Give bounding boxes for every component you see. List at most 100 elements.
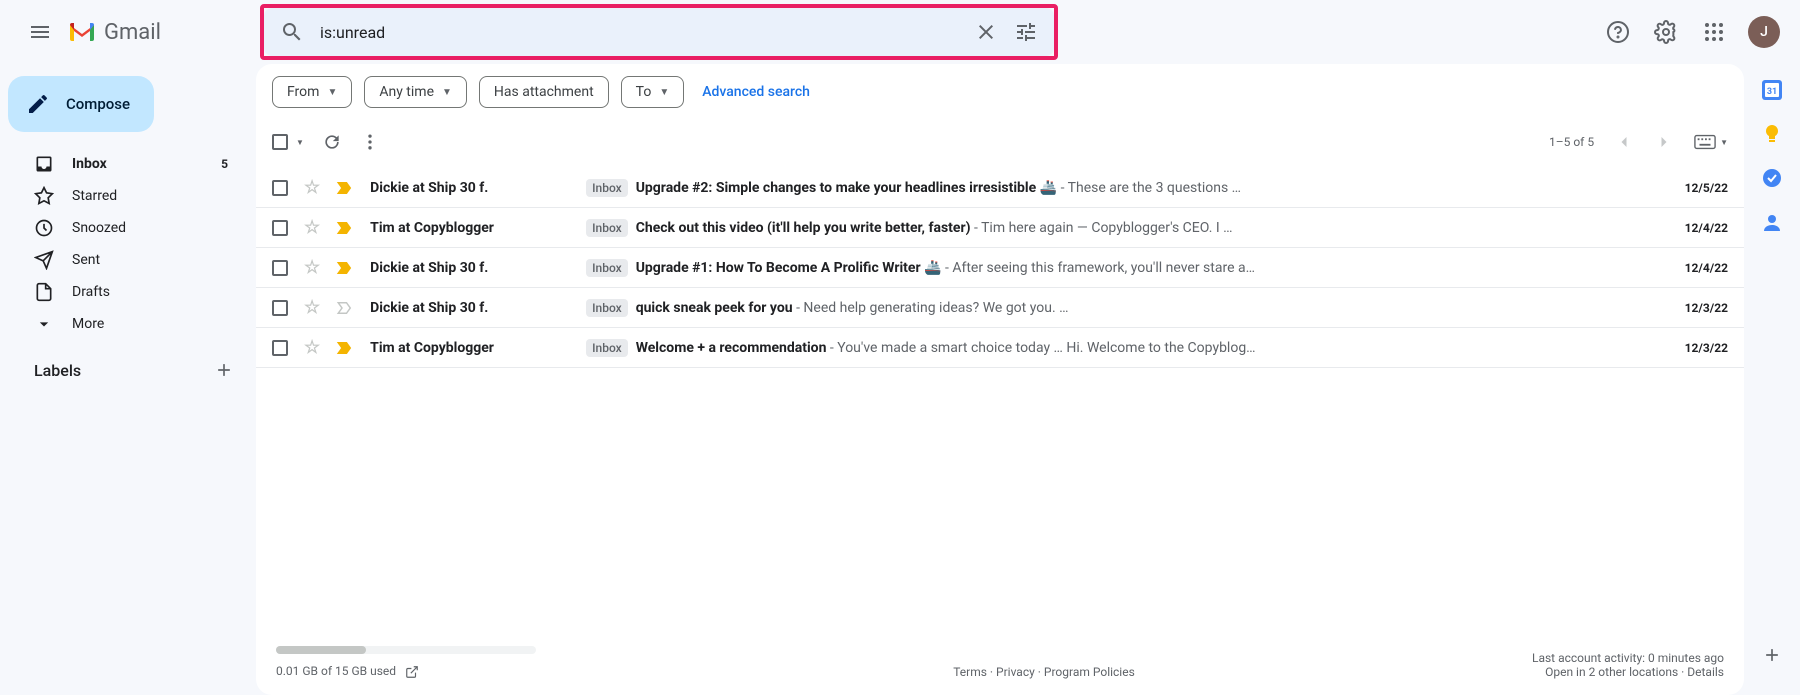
sender-name: Tim at Copyblogger [370,220,570,236]
sidebar-item-more[interactable]: More [8,308,240,340]
chip-from[interactable]: From▼ [272,76,352,108]
message-row[interactable]: ☆ Tim at Copyblogger Inbox Welcome + a r… [256,328,1744,368]
inbox-label: Inbox [586,259,628,277]
sidebar-item-inbox[interactable]: Inbox 5 [8,148,240,180]
message-date: 12/4/22 [1658,261,1728,275]
row-checkbox[interactable] [272,180,288,196]
main-menu-button[interactable] [16,8,64,56]
labels-title: Labels [34,361,81,380]
message-row[interactable]: ☆ Tim at Copyblogger Inbox Check out thi… [256,208,1744,248]
select-dropdown[interactable]: ▼ [296,138,304,147]
tasks-icon [1762,168,1782,188]
open-in-new-icon[interactable] [405,665,419,679]
important-toggle[interactable] [336,299,354,317]
side-panel: 31 [1744,64,1800,695]
message-date: 12/5/22 [1658,181,1728,195]
row-checkbox[interactable] [272,220,288,236]
account-avatar[interactable]: J [1748,16,1780,48]
tasks-app-button[interactable] [1762,168,1782,188]
sidebar-item-drafts[interactable]: Drafts [8,276,240,308]
input-tools-button[interactable]: ▼ [1694,134,1728,150]
refresh-button[interactable] [322,132,342,152]
important-icon [336,259,354,277]
inbox-label: Inbox [586,179,628,197]
message-list: ☆ Dickie at Ship 30 f. Inbox Upgrade #2:… [256,168,1744,636]
sidebar: Compose Inbox 5 Starred Snoozed Sent [0,64,256,695]
keep-app-button[interactable] [1762,124,1782,144]
search-input[interactable] [312,23,966,42]
message-row[interactable]: ☆ Dickie at Ship 30 f. Inbox quick sneak… [256,288,1744,328]
settings-button[interactable] [1646,12,1686,52]
clear-search-button[interactable] [966,12,1006,52]
select-all-checkbox[interactable] [272,134,288,150]
star-toggle[interactable]: ☆ [304,337,320,358]
activity-text: Last account activity: 0 minutes ago [1532,651,1724,665]
star-toggle[interactable]: ☆ [304,257,320,278]
more-button[interactable] [360,132,380,152]
caret-icon: ▼ [442,87,452,98]
star-toggle[interactable]: ☆ [304,297,320,318]
pencil-icon [26,92,50,116]
search-icon [280,20,304,44]
important-toggle[interactable] [336,219,354,237]
apps-button[interactable] [1694,12,1734,52]
contacts-icon [1762,212,1782,232]
locations-text: Open in 2 other locations [1545,665,1678,679]
sender-name: Tim at Copyblogger [370,340,570,356]
get-addons-button[interactable] [1752,635,1792,675]
chip-to[interactable]: To▼ [621,76,685,108]
labels-header: Labels [8,340,256,380]
sidebar-item-starred[interactable]: Starred [8,180,240,212]
compose-button[interactable]: Compose [8,76,154,132]
send-icon [34,250,54,270]
terms-link[interactable]: Terms [953,665,987,679]
important-toggle[interactable] [336,179,354,197]
search-bar [264,8,1054,56]
important-toggle[interactable] [336,339,354,357]
gear-icon [1654,20,1678,44]
svg-text:31: 31 [1767,87,1777,97]
search-options-button[interactable] [1006,12,1046,52]
plus-icon [1762,645,1782,665]
prev-page-button[interactable] [1614,132,1634,152]
sidebar-item-snoozed[interactable]: Snoozed [8,212,240,244]
message-row[interactable]: ☆ Dickie at Ship 30 f. Inbox Upgrade #2:… [256,168,1744,208]
support-button[interactable] [1598,12,1638,52]
chip-any-time[interactable]: Any time▼ [364,76,467,108]
policies-link[interactable]: Program Policies [1044,665,1135,679]
row-checkbox[interactable] [272,300,288,316]
row-checkbox[interactable] [272,340,288,356]
help-icon [1606,20,1630,44]
message-row[interactable]: ☆ Dickie at Ship 30 f. Inbox Upgrade #1:… [256,248,1744,288]
gmail-logo[interactable]: Gmail [68,20,161,45]
search-button[interactable] [272,12,312,52]
refresh-icon [322,132,342,152]
star-toggle[interactable]: ☆ [304,177,320,198]
calendar-app-button[interactable]: 31 [1762,80,1782,100]
nav-label: Starred [72,188,117,204]
caret-icon: ▼ [659,87,669,98]
nav-label: Inbox [72,156,107,172]
star-toggle[interactable]: ☆ [304,217,320,238]
contacts-app-button[interactable] [1762,212,1782,232]
chip-has-attachment[interactable]: Has attachment [479,76,609,108]
subject-snippet: Upgrade #2: Simple changes to make your … [636,180,1642,196]
calendar-icon: 31 [1762,80,1782,100]
sidebar-item-sent[interactable]: Sent [8,244,240,276]
horizontal-scrollbar[interactable] [276,646,536,654]
main-panel: From▼ Any time▼ Has attachment To▼ Advan… [256,64,1744,695]
important-toggle[interactable] [336,259,354,277]
star-icon [34,186,54,206]
add-label-button[interactable] [214,360,234,380]
advanced-search-link[interactable]: Advanced search [702,84,810,100]
privacy-link[interactable]: Privacy [996,665,1035,679]
sender-name: Dickie at Ship 30 f. [370,180,570,196]
details-link[interactable]: Details [1687,665,1724,679]
important-icon [336,179,354,197]
message-date: 12/3/22 [1658,341,1728,355]
message-date: 12/3/22 [1658,301,1728,315]
apps-grid-icon [1702,20,1726,44]
next-page-button[interactable] [1654,132,1674,152]
row-checkbox[interactable] [272,260,288,276]
chevron-down-icon [34,314,54,334]
